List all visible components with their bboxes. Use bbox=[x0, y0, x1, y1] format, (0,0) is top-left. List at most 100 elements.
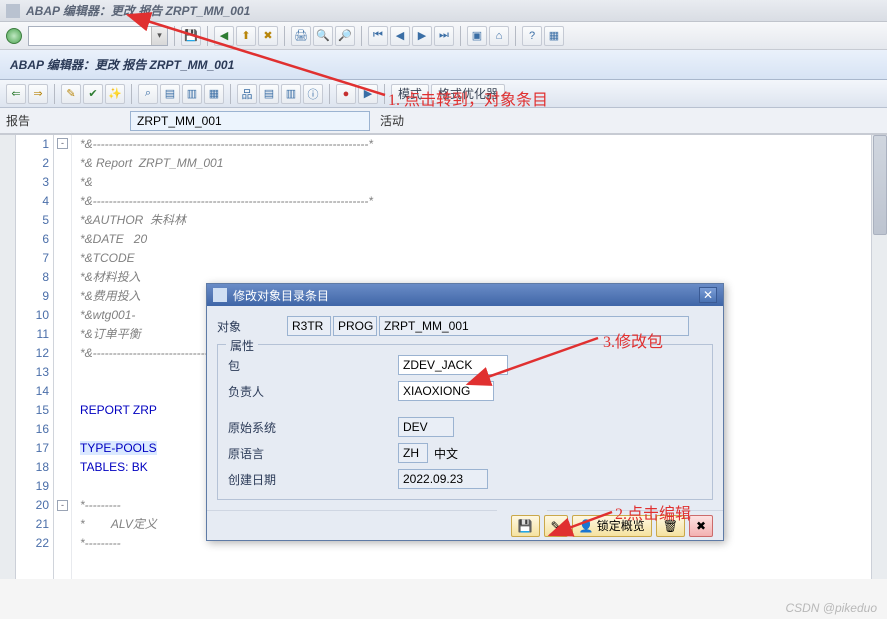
lock-overview-label: 锁定概览 bbox=[597, 517, 645, 534]
settings-icon[interactable]: ▦ bbox=[544, 26, 564, 46]
delete-button[interactable]: 🗑 bbox=[656, 515, 685, 537]
fold-column: - - bbox=[54, 135, 72, 579]
created-date-field: 2022.09.23 bbox=[398, 469, 488, 489]
other-object-icon[interactable]: ✔ bbox=[83, 84, 103, 104]
line-gutter: 12345678910111213141516171819202122 bbox=[18, 135, 54, 579]
shortcut-icon[interactable]: ⌂ bbox=[489, 26, 509, 46]
watermark: CSDN @pikeduo bbox=[785, 601, 877, 615]
trash-icon: 🗑 bbox=[663, 519, 678, 533]
nav-back-icon[interactable]: ⇐ bbox=[6, 84, 26, 104]
separator bbox=[131, 84, 132, 104]
vertical-scrollbar[interactable] bbox=[871, 135, 887, 579]
scrollbar-thumb[interactable] bbox=[873, 135, 887, 235]
person-icon: 👤 bbox=[579, 519, 594, 533]
separator bbox=[174, 26, 175, 46]
lock-overview-button[interactable]: 👤锁定概览 bbox=[572, 515, 652, 537]
language-field: ZH bbox=[398, 443, 428, 463]
object-list-icon[interactable]: ▤ bbox=[259, 84, 279, 104]
system-toolbar: ▾ 💾 ◀ ⬆ ✖ 🖨 🔍 🔎 ⏮ ◀ ▶ ⏭ ▣ ⌂ ? ▦ bbox=[0, 22, 887, 50]
fold-toggle-icon[interactable]: - bbox=[57, 500, 68, 511]
edit-button[interactable]: ✎ bbox=[544, 515, 568, 537]
debug-icon[interactable]: ▶ bbox=[358, 84, 378, 104]
report-label: 报告 bbox=[6, 112, 30, 129]
responsible-label: 负责人 bbox=[228, 383, 288, 400]
dialog-button-row: 💾 ✎ 👤锁定概览 🗑 ✖ bbox=[207, 510, 723, 540]
report-name-field[interactable]: ZRPT_MM_001 bbox=[130, 111, 370, 131]
next-page-icon[interactable]: ▶ bbox=[412, 26, 432, 46]
dialog-title-bar[interactable]: 修改对象目录条目 ✕ bbox=[207, 284, 723, 306]
window-title-bar: ABAP 编辑器：更改 报告 ZRPT_MM_001 bbox=[0, 0, 887, 22]
test-icon[interactable]: ▦ bbox=[204, 84, 224, 104]
activate-icon[interactable]: ▥ bbox=[182, 84, 202, 104]
separator bbox=[230, 84, 231, 104]
formatter-label: 格式优化器 bbox=[438, 85, 498, 102]
object-name-field: ZRPT_MM_001 bbox=[379, 316, 689, 336]
separator bbox=[384, 84, 385, 104]
first-page-icon[interactable]: ⏮ bbox=[368, 26, 388, 46]
separator bbox=[54, 84, 55, 104]
editor-margin bbox=[0, 135, 16, 579]
save-icon: 💾 bbox=[518, 519, 533, 533]
find-next-icon[interactable]: 🔎 bbox=[335, 26, 355, 46]
created-label: 创建日期 bbox=[228, 471, 288, 488]
nav-fwd-icon[interactable]: ⇒ bbox=[28, 84, 48, 104]
mode-button[interactable]: 模式 bbox=[391, 84, 429, 104]
mode-label: 模式 bbox=[398, 85, 422, 102]
print-icon[interactable]: 🖨 bbox=[291, 26, 311, 46]
dialog-object-directory: 修改对象目录条目 ✕ 对象 R3TR PROG ZRPT_MM_001 属性 包… bbox=[206, 283, 724, 541]
attributes-label: 属性 bbox=[226, 337, 258, 354]
exit-icon[interactable]: ⬆ bbox=[236, 26, 256, 46]
separator bbox=[329, 84, 330, 104]
package-field[interactable]: ZDEV_JACK bbox=[398, 355, 508, 375]
formatter-button[interactable]: 格式优化器 bbox=[431, 84, 505, 104]
pencil-icon: ✎ bbox=[551, 519, 561, 533]
object-label: 对象 bbox=[217, 318, 277, 335]
command-field[interactable]: ▾ bbox=[28, 26, 168, 46]
breakpoint-icon[interactable]: ● bbox=[336, 84, 356, 104]
object-type2-field: PROG bbox=[333, 316, 377, 336]
fold-toggle-icon[interactable]: - bbox=[57, 138, 68, 149]
separator bbox=[284, 26, 285, 46]
page-header: ABAP 编辑器：更改 报告 ZRPT_MM_001 bbox=[0, 50, 887, 80]
report-info-bar: 报告 ZRPT_MM_001 活动 bbox=[0, 108, 887, 134]
dropdown-icon[interactable]: ▾ bbox=[151, 27, 167, 45]
responsible-field[interactable]: XIAOXIONG bbox=[398, 381, 494, 401]
where-used-icon[interactable]: ⌕ bbox=[138, 84, 158, 104]
package-label: 包 bbox=[228, 357, 288, 374]
cancel-icon[interactable]: ✖ bbox=[258, 26, 278, 46]
object-type1-field: R3TR bbox=[287, 316, 331, 336]
app-icon bbox=[6, 4, 20, 18]
display-change-icon[interactable]: ✎ bbox=[61, 84, 81, 104]
back-icon[interactable]: ◀ bbox=[214, 26, 234, 46]
origin-label: 原始系统 bbox=[228, 419, 288, 436]
window-title: ABAP 编辑器：更改 报告 ZRPT_MM_001 bbox=[26, 2, 250, 19]
dialog-icon bbox=[213, 288, 227, 302]
hierarchy-icon[interactable]: 品 bbox=[237, 84, 257, 104]
separator bbox=[207, 26, 208, 46]
navigation-icon[interactable]: ⓘ bbox=[303, 84, 323, 104]
prev-page-icon[interactable]: ◀ bbox=[390, 26, 410, 46]
close-icon: ✖ bbox=[696, 519, 706, 533]
app-toolbar: ⇐ ⇒ ✎ ✔ ✨ ⌕ ▤ ▥ ▦ 品 ▤ ▥ ⓘ ● ▶ 模式 格式优化器 bbox=[0, 80, 887, 108]
cancel-button[interactable]: ✖ bbox=[689, 515, 713, 537]
save-button[interactable]: 💾 bbox=[511, 515, 540, 537]
language-label: 原语言 bbox=[228, 445, 288, 462]
last-page-icon[interactable]: ⏭ bbox=[434, 26, 454, 46]
separator bbox=[515, 26, 516, 46]
status-label: 活动 bbox=[380, 112, 404, 129]
dialog-title: 修改对象目录条目 bbox=[233, 287, 329, 304]
help-icon[interactable]: ? bbox=[522, 26, 542, 46]
dialog-body: 对象 R3TR PROG ZRPT_MM_001 属性 包 ZDEV_JACK … bbox=[207, 306, 723, 510]
origin-field: DEV bbox=[398, 417, 454, 437]
ok-icon[interactable] bbox=[6, 28, 22, 44]
find-icon[interactable]: 🔍 bbox=[313, 26, 333, 46]
check-icon[interactable]: ▤ bbox=[160, 84, 180, 104]
close-icon[interactable]: ✕ bbox=[699, 287, 717, 303]
language-text: 中文 bbox=[434, 445, 458, 462]
save-icon[interactable]: 💾 bbox=[181, 26, 201, 46]
worklist-icon[interactable]: ▥ bbox=[281, 84, 301, 104]
separator bbox=[460, 26, 461, 46]
active-icon[interactable]: ✨ bbox=[105, 84, 125, 104]
new-session-icon[interactable]: ▣ bbox=[467, 26, 487, 46]
page-title: ABAP 编辑器：更改 报告 ZRPT_MM_001 bbox=[10, 56, 234, 73]
